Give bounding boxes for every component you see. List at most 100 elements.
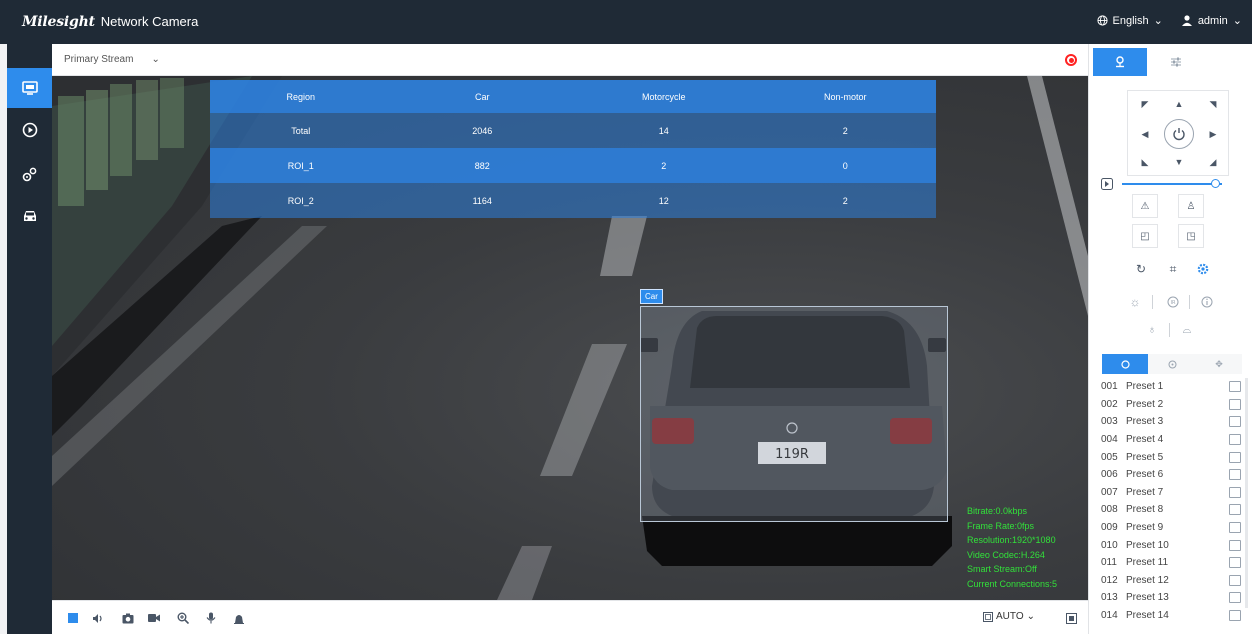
preset-name: Preset 8 (1126, 504, 1164, 516)
tab-image-settings[interactable] (1149, 48, 1203, 76)
save-icon[interactable] (1229, 592, 1241, 604)
header-car: Car (474, 91, 490, 102)
traffic-stats-table: Region Car Motorcycle Non-motor Total 20… (210, 80, 936, 218)
record-indicator-icon[interactable] (1065, 54, 1077, 66)
preset-name: Preset 4 (1126, 434, 1164, 446)
focus-far-button[interactable]: ◳ (1178, 224, 1204, 248)
control-panel: ◤ ▲ ◥ ◀ ▶ ◣ ▼ ◢ ⚠ ♙ ◰ ◳ ↻ ⌗ ☼ IR ♁ ⌓ ✥ 0… (1088, 44, 1252, 634)
list-item[interactable]: 010 Preset 10 (1101, 536, 1241, 554)
save-icon[interactable] (1229, 574, 1241, 586)
list-item[interactable]: 013 Preset 13 (1101, 589, 1241, 607)
save-icon[interactable] (1229, 398, 1241, 410)
list-item[interactable]: 001 Preset 1 (1101, 378, 1241, 396)
language-selector[interactable]: English ⌄ (1096, 14, 1163, 27)
arrow-down-left-icon[interactable]: ◣ (1138, 155, 1152, 169)
side-nav (7, 44, 52, 634)
save-icon[interactable] (1229, 434, 1241, 446)
save-icon[interactable] (1229, 522, 1241, 534)
zoom-wide-icon: ⚠ (1140, 200, 1150, 212)
list-item[interactable]: 002 Preset 2 (1101, 396, 1241, 414)
preset-number: 004 (1101, 434, 1118, 446)
stream-selector[interactable]: Primary Stream ⌄ (64, 54, 160, 65)
zoom-in-button[interactable]: ♙ (1178, 194, 1204, 218)
settings-gear-icon[interactable] (1195, 261, 1211, 277)
arrow-down-icon[interactable]: ▼ (1172, 155, 1186, 169)
osd-bitrate: Bitrate:0.0kbps (967, 506, 1028, 516)
save-icon[interactable] (1229, 610, 1241, 622)
arrow-up-right-icon[interactable]: ◥ (1206, 97, 1220, 111)
list-item[interactable]: 007 Preset 7 (1101, 484, 1241, 502)
save-icon[interactable] (1229, 451, 1241, 463)
arrow-right-icon[interactable]: ▶ (1206, 127, 1220, 141)
arrow-up-icon[interactable]: ▲ (1172, 97, 1186, 111)
preset-number: 011 (1101, 557, 1117, 569)
list-item[interactable]: 005 Preset 5 (1101, 448, 1241, 466)
sliders-icon (1171, 57, 1181, 67)
app-logo: Milesight Network Camera (22, 13, 198, 30)
snapshot-icon[interactable] (122, 612, 134, 624)
preset-number: 005 (1101, 451, 1118, 463)
chevron-down-icon: ⌄ (1153, 15, 1163, 27)
save-icon[interactable] (1229, 486, 1241, 498)
zoom-out-button[interactable]: ⚠ (1132, 194, 1158, 218)
light-bulb-icon[interactable]: ♁ (1144, 322, 1160, 338)
chevron-down-icon: ⌄ (1232, 15, 1242, 27)
nav-live-view[interactable] (7, 68, 52, 108)
zoom-in-icon[interactable] (177, 612, 189, 624)
nav-settings[interactable] (7, 154, 52, 194)
video-view[interactable]: 119R Region Car Motorcycle Non-motor Tot… (52, 76, 1088, 600)
list-item[interactable]: 011 Preset 11 (1101, 554, 1241, 572)
user-menu[interactable]: admin ⌄ (1181, 14, 1242, 27)
tab-presets[interactable] (1102, 354, 1148, 374)
arrow-up-left-icon[interactable]: ◤ (1138, 97, 1152, 111)
ptz-speed-slider[interactable] (1122, 183, 1222, 185)
tab-ptz[interactable] (1093, 48, 1147, 76)
save-icon[interactable] (1229, 469, 1241, 481)
area-focus-icon[interactable]: ⌗ (1165, 261, 1181, 277)
globe-icon (1096, 15, 1108, 26)
ir-icon[interactable]: IR (1165, 294, 1181, 310)
preset-scrollbar[interactable] (1245, 378, 1248, 608)
brightness-icon[interactable]: ☼ (1127, 294, 1143, 310)
wiper-icon[interactable]: ⌓ (1179, 322, 1195, 338)
preset-name: Preset 14 (1126, 610, 1169, 622)
preset-number: 012 (1101, 574, 1118, 586)
save-icon[interactable] (1229, 504, 1241, 516)
focus-near-button[interactable]: ◰ (1132, 224, 1158, 248)
fullscreen-icon[interactable] (1065, 612, 1077, 624)
list-item[interactable]: 004 Preset 4 (1101, 431, 1241, 449)
ptz-auto-button[interactable] (1164, 119, 1194, 149)
alarm-icon[interactable] (233, 612, 245, 624)
info-icon[interactable] (1199, 294, 1215, 310)
list-item[interactable]: 009 Preset 9 (1101, 519, 1241, 537)
osd-connections: Current Connections:5 (967, 578, 1058, 589)
nav-playback[interactable] (7, 110, 52, 150)
table-cell: 0 (842, 160, 848, 171)
microphone-icon[interactable] (205, 612, 217, 624)
preset-number: 002 (1101, 398, 1118, 410)
save-icon[interactable] (1229, 557, 1241, 569)
list-item[interactable]: 008 Preset 8 (1101, 501, 1241, 519)
rotate-icon[interactable]: ↻ (1133, 261, 1149, 277)
focus-far-icon: ◳ (1186, 230, 1196, 242)
arrow-down-right-icon[interactable]: ◢ (1206, 155, 1220, 169)
osd-video-codec: Video Codec:H.264 (967, 549, 1045, 560)
record-video-icon[interactable] (148, 612, 160, 624)
save-icon[interactable] (1229, 539, 1241, 551)
list-item[interactable]: 006 Preset 6 (1101, 466, 1241, 484)
list-item[interactable]: 003 Preset 3 (1101, 413, 1241, 431)
tab-patrol[interactable] (1149, 354, 1195, 374)
save-icon[interactable] (1229, 381, 1241, 393)
audio-icon[interactable] (92, 612, 104, 624)
nav-vehicle[interactable] (7, 196, 52, 236)
zoom-mode-selector[interactable]: AUTO ⌄ (983, 611, 1035, 622)
ptz-direction-pad: ◤ ▲ ◥ ◀ ▶ ◣ ▼ ◢ (1127, 90, 1229, 176)
stop-icon[interactable] (67, 612, 79, 624)
brand-name: Milesight (22, 14, 95, 30)
save-icon[interactable] (1229, 416, 1241, 428)
list-item[interactable]: 012 Preset 12 (1101, 572, 1241, 590)
slider-handle[interactable] (1211, 179, 1220, 188)
arrow-left-icon[interactable]: ◀ (1138, 127, 1152, 141)
tab-pattern[interactable]: ✥ (1196, 354, 1242, 374)
list-item[interactable]: 014 Preset 14 (1101, 607, 1241, 625)
